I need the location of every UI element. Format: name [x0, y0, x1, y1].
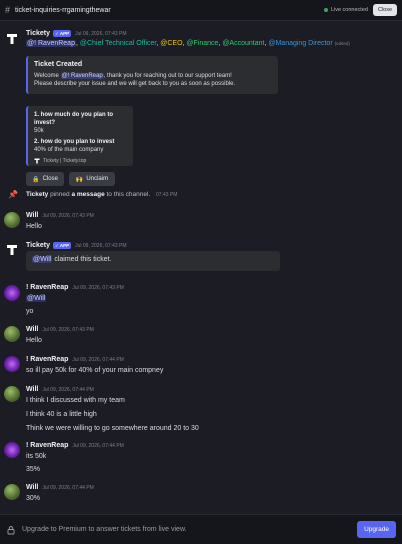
message-author[interactable]: ! RavenReap — [26, 442, 68, 449]
close-ticket-label: Close — [42, 176, 58, 182]
question-2: 2. how do you plan to invest — [34, 139, 115, 145]
message-text: yo — [26, 308, 34, 315]
avatar[interactable] — [4, 484, 20, 500]
channel-name: ticket-inquiries-rrgamingthewar — [15, 6, 111, 14]
message-ticket-created: Tickety ✓ APP Jul 09, 2026, 07:43 PM @! … — [0, 29, 402, 186]
avatar[interactable] — [4, 242, 20, 258]
message-text: 30% — [26, 495, 41, 502]
hash-icon: # — [5, 5, 11, 15]
message-author[interactable]: Will — [26, 484, 38, 491]
embed-footer: Tickety | Tickety.top — [34, 158, 127, 164]
lock-icon: 🔒 — [32, 176, 40, 183]
app-badge: ✓ APP — [53, 242, 72, 249]
message-author[interactable]: Will — [26, 386, 38, 393]
avatar[interactable] — [4, 31, 20, 47]
premium-upgrade-bar: Upgrade to Premium to answer tickets fro… — [0, 514, 402, 544]
message-timestamp: Jul 09, 2026, 07:44 PM — [42, 386, 94, 393]
embed-title: Ticket Created — [34, 61, 83, 68]
message-raven-3: ! RavenReap Jul 09, 2026, 07:44 PM its 5… — [0, 441, 402, 475]
upgrade-notice: Upgrade to Premium to answer tickets fro… — [22, 526, 187, 533]
message-author[interactable]: Tickety — [26, 30, 50, 37]
embed-footer-text: Tickety | Tickety.top — [43, 158, 87, 164]
embed-ticket-created: Ticket Created Welcome @! RavenReap, tha… — [26, 56, 278, 94]
live-status: Live connected — [323, 7, 368, 13]
edited-label: (edited) — [334, 41, 350, 46]
pinned-message-link[interactable]: a message — [71, 191, 104, 198]
message-text: so ill pay 50k for 40% of your main comp… — [26, 367, 164, 374]
message-raven-1: ! RavenReap Jul 09, 2026, 07:43 PM @Will… — [0, 283, 402, 317]
upgrade-button[interactable]: Upgrade — [357, 521, 396, 538]
avatar[interactable] — [4, 212, 20, 228]
raised-hands-icon: 🙌 — [75, 176, 84, 183]
mention-accountant[interactable]: @Accountant — [222, 40, 264, 47]
mention-managing-director[interactable]: @Managing Director — [268, 40, 332, 47]
message-will-1: Will Jul 09, 2026, 07:43 PM Hello — [0, 211, 402, 233]
message-timestamp: Jul 09, 2026, 07:44 PM — [72, 356, 124, 363]
channel-header: # ticket-inquiries-rrgamingthewar Live c… — [0, 0, 402, 21]
message-author[interactable]: ! RavenReap — [26, 284, 68, 291]
app-badge: ✓ APP — [53, 30, 72, 37]
message-timestamp: Jul 09, 2026, 07:44 PM — [72, 442, 124, 449]
mention-cto[interactable]: @Chief Technical Officer — [80, 40, 157, 47]
message-text: Hello — [26, 337, 42, 344]
question-1: 1. how much do you plan to invest? — [34, 112, 113, 126]
system-pin-message: 📌 Tickety pinned a message to this chann… — [0, 190, 402, 200]
embed-questions: 1. how much do you plan to invest? 50k 2… — [26, 106, 133, 166]
avatar[interactable] — [4, 386, 20, 402]
message-text: I think I discussed with my team — [26, 397, 125, 404]
message-will-3: Will Jul 09, 2026, 07:44 PM I think I di… — [0, 385, 402, 433]
message-will-2: Will Jul 09, 2026, 07:43 PM Hello — [0, 325, 402, 347]
mention-user[interactable]: @! RavenReap — [60, 73, 104, 79]
message-timestamp: Jul 09, 2026, 07:43 PM — [42, 326, 94, 333]
message-timestamp: Jul 09, 2026, 07:43 PM — [42, 212, 94, 219]
message-feed[interactable]: Tickety ✓ APP Jul 09, 2026, 07:43 PM @! … — [0, 21, 402, 514]
message-will-4: Will Jul 09, 2026, 07:44 PM 30% — [0, 483, 402, 505]
live-dot-icon — [323, 8, 328, 12]
avatar[interactable] — [4, 356, 20, 372]
mention-user[interactable]: @Will — [32, 256, 53, 263]
message-timestamp: Jul 09, 2026, 07:43 PM — [75, 30, 127, 37]
unclaim-label: Unclaim — [86, 176, 109, 182]
message-timestamp: Jul 09, 2026, 07:43 PM — [72, 284, 124, 291]
answer-2: 40% of the main company — [34, 147, 104, 153]
answer-1: 50k — [34, 128, 44, 134]
mention-finance[interactable]: @Finance — [186, 40, 218, 47]
avatar[interactable] — [4, 442, 20, 458]
mention-user[interactable]: @! RavenReap — [26, 40, 76, 47]
pin-icon: 📌 — [8, 190, 18, 199]
tickety-logo-icon — [34, 158, 40, 164]
message-text: its 50k — [26, 453, 47, 460]
message-text: I think 40 is a little high — [26, 411, 97, 418]
close-ticket-button[interactable]: 🔒 Close — [26, 172, 64, 186]
message-timestamp: Jul 09, 2026, 07:43 PM — [75, 242, 127, 249]
tickety-logo-icon — [7, 245, 17, 255]
lock-icon — [7, 525, 15, 534]
message-text: Hello — [26, 223, 42, 230]
live-status-label: Live connected — [330, 7, 368, 13]
mention-ceo[interactable]: @CEO — [160, 40, 182, 47]
message-raven-2: ! RavenReap Jul 09, 2026, 07:44 PM so il… — [0, 355, 402, 377]
embed-description: Welcome @! RavenReap, thank you for reac… — [34, 73, 236, 87]
message-author[interactable]: Will — [26, 326, 38, 333]
close-button[interactable]: Close — [372, 4, 397, 16]
message-author[interactable]: Will — [26, 212, 38, 219]
message-text: 35% — [26, 466, 41, 473]
unclaim-button[interactable]: 🙌 Unclaim — [69, 172, 115, 186]
tickety-logo-icon — [7, 34, 17, 44]
message-author[interactable]: Tickety — [26, 242, 50, 249]
claim-embed: @Will claimed this ticket. — [26, 251, 280, 271]
avatar[interactable] — [4, 285, 20, 301]
message-author[interactable]: ! RavenReap — [26, 356, 68, 363]
avatar[interactable] — [4, 326, 20, 342]
system-text: Tickety pinned a message to this channel… — [26, 191, 178, 198]
message-ticket-claimed: Tickety ✓ APP Jul 09, 2026, 07:43 PM @Wi… — [0, 241, 402, 275]
message-timestamp: Jul 09, 2026, 07:44 PM — [42, 484, 94, 491]
mention-user[interactable]: @Will — [26, 295, 47, 302]
role-mentions: @! RavenReap, @Chief Technical Officer, … — [26, 40, 350, 47]
message-text: Think we were willing to go somewhere ar… — [26, 425, 199, 432]
